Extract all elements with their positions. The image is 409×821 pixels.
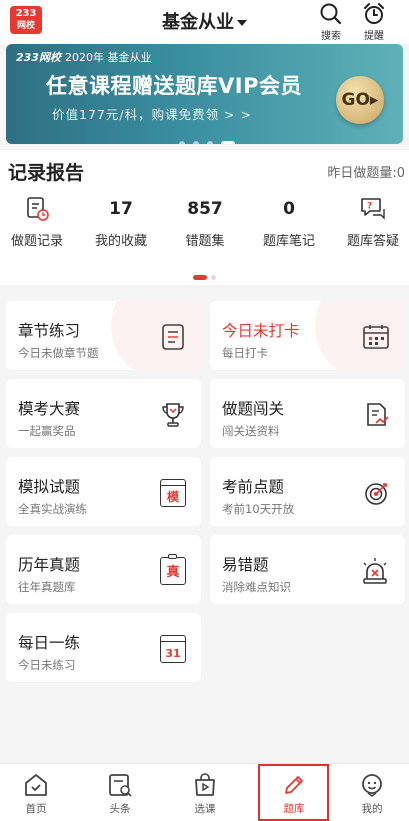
card-title: 模考大赛 [18,400,81,418]
reminder-label: 提醒 [364,31,384,42]
app-header: 233 网校 基金从业 搜索 提醒 [0,0,409,44]
card-title: 章节练习 [18,322,81,340]
banner-headline: 任意课程赠送题库VIP会员 [46,74,302,98]
card-title: 考前点题 [222,478,285,496]
banner-dot [179,141,185,144]
bottom-tab-bar: 首页 头条 选课 题库 我的 [0,763,409,821]
report-pagination [193,267,220,286]
card-key-points[interactable]: 考前点题 考前10天开放 [210,457,405,526]
banner-pagination [179,132,243,144]
tab-label: 头条 [109,803,131,815]
card-subtitle: 消除难点知识 [222,580,291,594]
promo-banner[interactable]: 233网校 2020年 基金从业 任意课程赠送题库VIP会员 价值177元/科，购… [6,44,403,144]
banner-caption-line: 233网校 2020年 基金从业 [16,49,151,65]
stat-favorites[interactable]: 17 我的收藏 [80,196,162,249]
banner-caption: 2020年 基金从业 [64,51,152,64]
tab-home[interactable]: 首页 [6,772,66,816]
stat-wrong-questions[interactable]: 857 错题集 [164,196,246,249]
mock-icon-text: 模 [166,490,179,504]
qa-chat-icon: ? [361,198,385,220]
record-report-section: 记录报告 昨日做题量:0 做题记录 17 我的收藏 857 错题集 0 题库笔记… [0,150,409,285]
card-title: 易错题 [222,556,269,574]
stat-notes[interactable]: 0 题库笔记 [248,196,330,249]
search-label: 搜索 [321,31,341,42]
caret-down-icon [237,20,247,26]
card-mock-contest[interactable]: 模考大赛 一起赢奖品 [6,379,201,448]
calendar-day-icon: 31 [160,635,186,663]
reminder-button[interactable]: 提醒 [359,2,389,42]
page-dot-active [193,275,207,280]
stat-label: 题库答疑 [346,234,399,249]
card-daily-checkin[interactable]: 今日未打卡 每日打卡 [210,301,405,370]
home-icon [25,774,47,796]
stat-label: 错题集 [185,234,225,249]
banner-brand: 233网校 [16,51,61,64]
stat-value: 0 [283,199,295,219]
card-title: 历年真题 [18,556,81,574]
svg-text:?: ? [367,202,372,212]
stat-label: 做题记录 [10,234,63,249]
yesterday-count: 昨日做题量:0 [327,166,405,181]
subject-selector[interactable]: 基金从业 [0,8,409,34]
card-chapter-practice[interactable]: 章节练习 今日未做章节题 [6,301,201,370]
list-document-icon [162,324,184,350]
banner-go-button[interactable]: GO▸ [336,76,384,124]
calendar-day-text: 31 [165,647,181,660]
banner-subline: 价值177元/科，购课免费领 > > [52,107,252,122]
card-daily-practice[interactable]: 每日一练 今日未练习 31 [6,613,201,682]
stat-label: 我的收藏 [94,234,147,249]
card-mock-exam[interactable]: 模拟试题 全真实战演练 模 [6,457,201,526]
card-title: 每日一练 [18,634,81,652]
tab-label: 选课 [194,803,216,815]
stat-value: 857 [187,199,223,219]
card-title: 今日未打卡 [222,322,300,340]
banner-dot [193,141,199,144]
card-past-papers[interactable]: 历年真题 往年真题库 真 [6,535,201,604]
clipboard-icon-text: 真 [166,565,180,580]
stat-value: 17 [109,199,133,219]
subject-title: 基金从业 [162,12,234,33]
banner-dot [207,141,213,144]
card-error-prone[interactable]: 易错题 消除难点知识 [210,535,405,604]
card-subtitle: 考前10天开放 [222,502,295,516]
tab-profile[interactable]: 我的 [342,772,402,816]
tab-label: 首页 [25,803,47,815]
alarm-light-icon [363,558,387,584]
card-subtitle: 一起赢奖品 [18,424,76,438]
clipboard-icon: 真 [160,554,186,585]
banner-dot-active [221,141,235,144]
profile-icon [362,774,382,797]
search-button[interactable]: 搜索 [316,2,346,42]
card-title: 模拟试题 [18,478,81,496]
card-subtitle: 今日未做章节题 [18,346,99,360]
report-title: 记录报告 [8,162,85,184]
card-subtitle: 每日打卡 [222,346,268,360]
alarm-clock-icon [364,3,384,24]
card-title: 做题闯关 [222,400,285,418]
trophy-icon [162,403,184,427]
card-subtitle: 今日未练习 [18,658,76,672]
news-icon [109,774,132,797]
document-trend-icon [367,403,389,426]
mock-window-icon: 模 [160,479,186,507]
go-label: GO [341,90,370,110]
card-subtitle: 全真实战演练 [18,502,87,516]
course-bag-icon [195,773,215,796]
card-challenge[interactable]: 做题闯关 闯关送资料 [210,379,405,448]
page-dot [211,275,216,280]
card-subtitle: 闯关送资料 [222,424,280,438]
stat-qa[interactable]: ? 题库答疑 [332,196,409,249]
search-icon [320,3,342,25]
stat-practice-record[interactable]: 做题记录 [0,196,78,249]
calendar-icon [363,325,389,349]
stat-label: 题库笔记 [262,234,315,249]
target-icon [365,483,387,505]
card-subtitle: 往年真题库 [18,580,76,594]
tab-courses[interactable]: 选课 [175,772,235,816]
tab-label: 我的 [361,803,383,815]
active-tab-highlight [258,764,329,821]
tab-news[interactable]: 头条 [90,772,150,816]
practice-record-icon [27,197,49,221]
